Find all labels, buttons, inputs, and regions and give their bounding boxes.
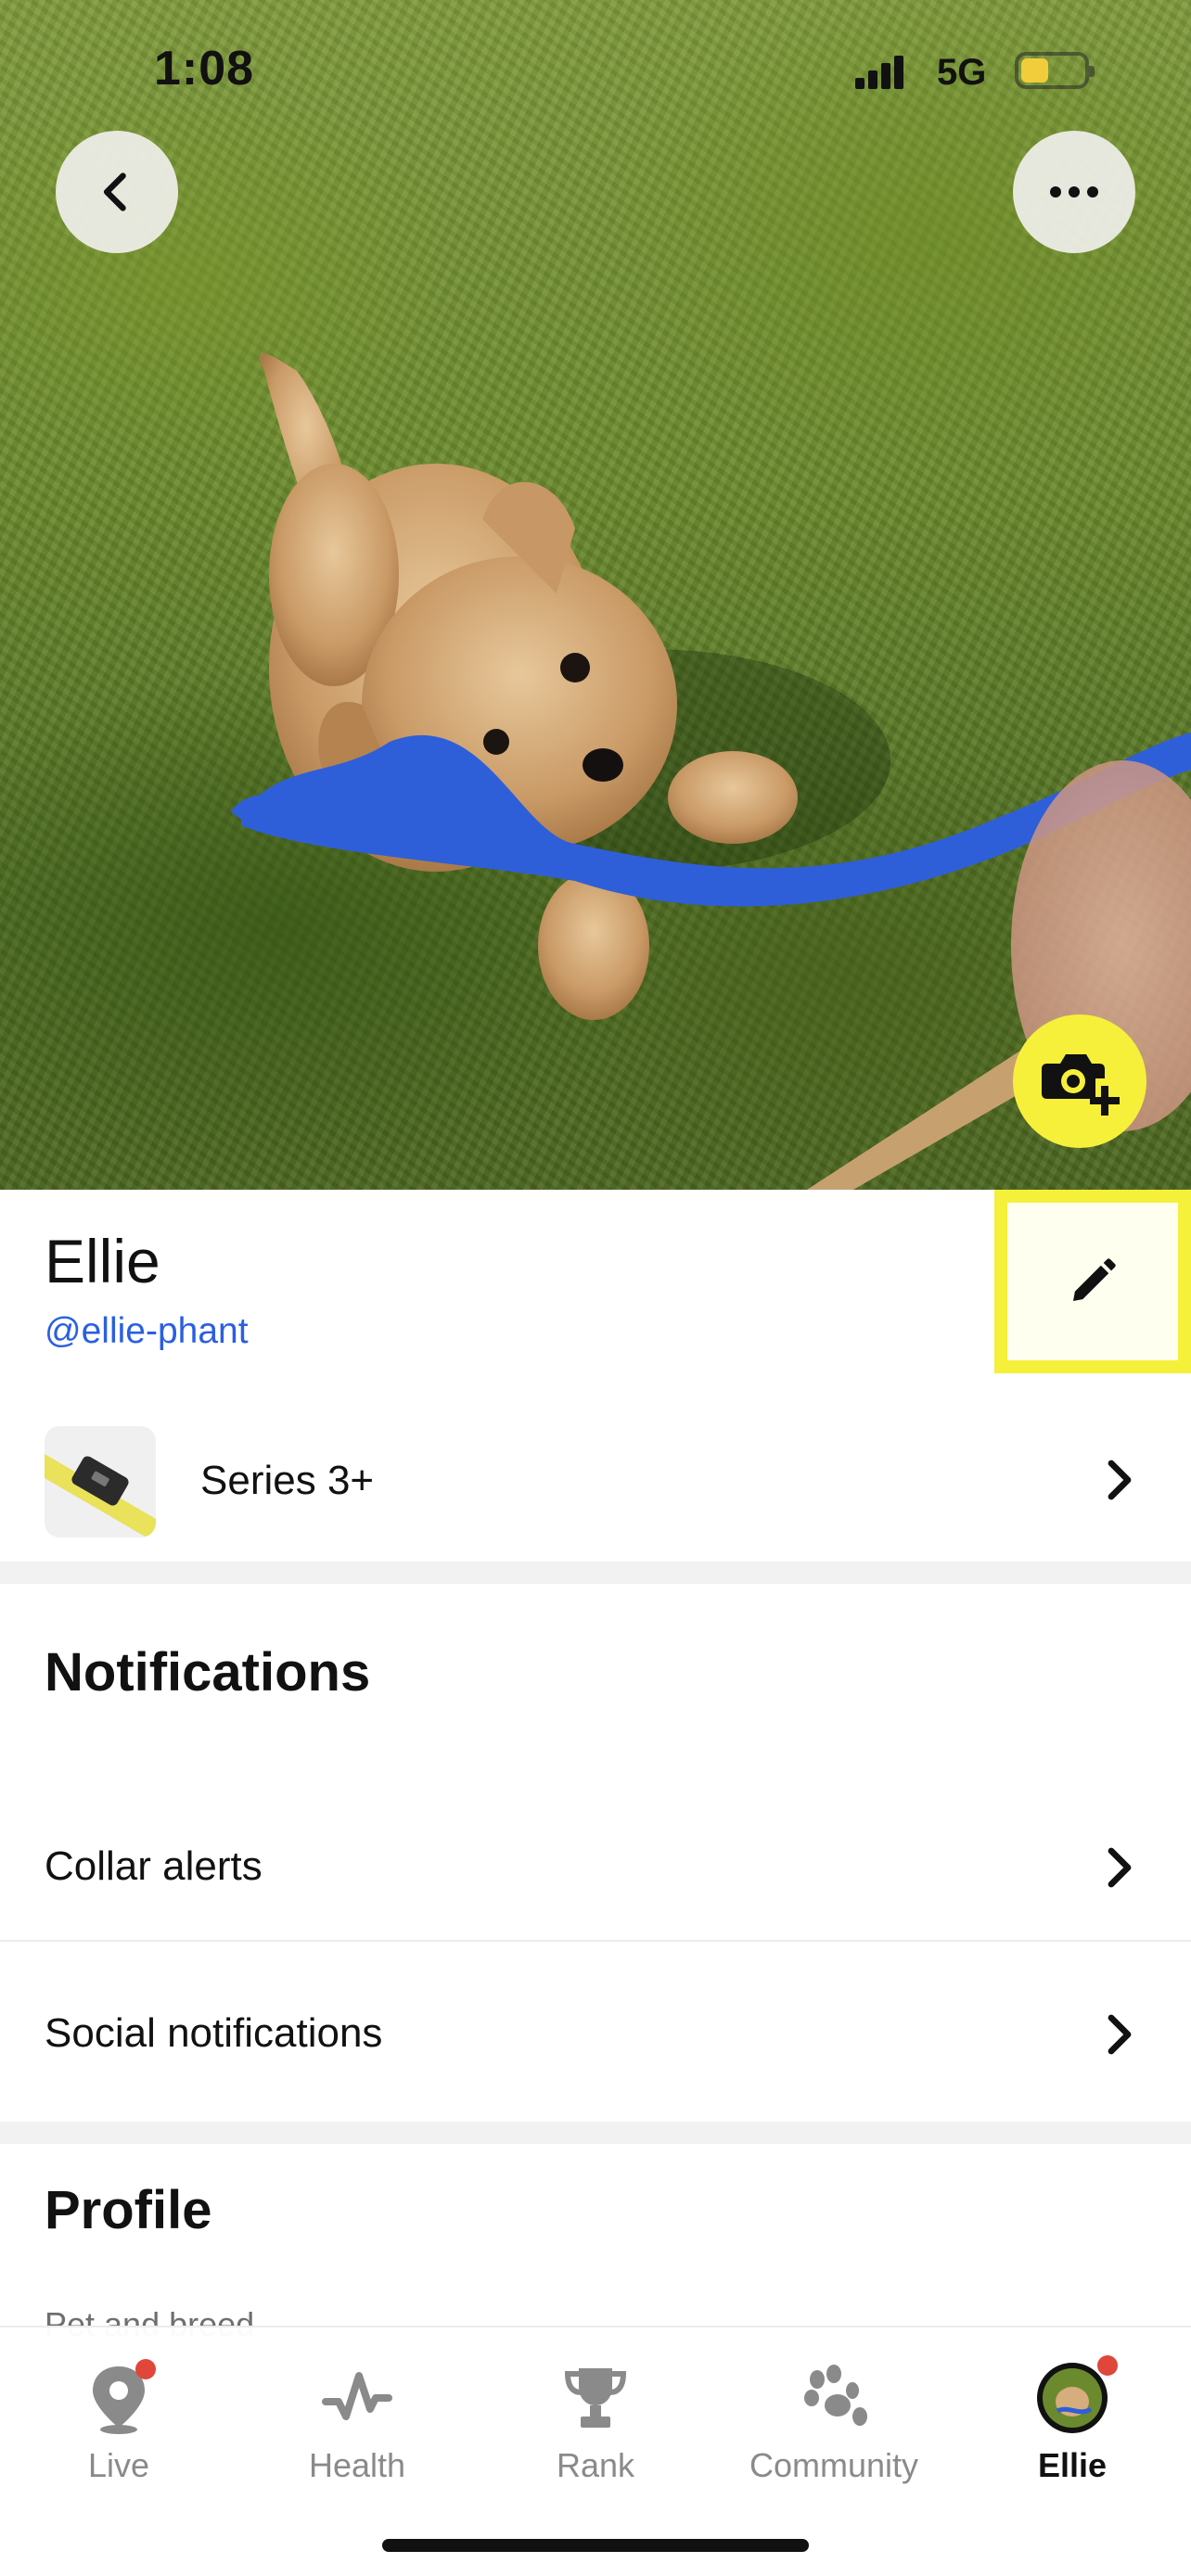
pet-handle[interactable]: @ellie-phant	[45, 1311, 249, 1352]
cellular-signal-icon	[855, 56, 903, 89]
notification-badge	[1097, 2355, 1118, 2376]
camera-plus-icon	[1042, 1054, 1120, 1116]
pulse-icon	[322, 2372, 392, 2420]
trophy-icon	[564, 2368, 627, 2428]
tab-pet-profile[interactable]: Ellie	[954, 2327, 1191, 2513]
more-horizontal-icon	[1050, 186, 1098, 198]
tab-label: Live	[87, 2446, 150, 2484]
edit-profile-button[interactable]	[994, 1190, 1191, 1373]
battery-icon	[1015, 52, 1095, 89]
section-separator	[0, 2122, 1191, 2144]
tab-label: Ellie	[1037, 2446, 1108, 2484]
chevron-right-icon	[1108, 1460, 1132, 1500]
paw-icon	[804, 2365, 867, 2426]
collar-device-image	[45, 1426, 156, 1537]
more-options-button[interactable]	[1013, 131, 1135, 253]
back-button[interactable]	[56, 131, 178, 253]
chevron-right-icon	[1108, 2014, 1132, 2055]
chevron-left-icon	[103, 172, 126, 211]
collar-alerts-label: Collar alerts	[45, 1843, 263, 1889]
device-name: Series 3+	[200, 1458, 375, 1503]
collar-alerts-row[interactable]: Collar alerts	[0, 1797, 1191, 1938]
tab-label: Rank	[556, 2446, 635, 2484]
social-notifications-row[interactable]: Social notifications	[0, 1942, 1191, 2118]
profile-section-title: Profile	[45, 2180, 212, 2240]
tab-label: Health	[308, 2446, 406, 2484]
home-indicator	[382, 2539, 809, 2552]
pet-name: Ellie	[45, 1227, 160, 1295]
section-separator	[0, 1562, 1191, 1584]
notifications-title: Notifications	[45, 1642, 371, 1702]
chevron-right-icon	[1108, 1847, 1132, 1888]
tab-health[interactable]: Health	[238, 2327, 476, 2513]
tab-live[interactable]: Live	[0, 2327, 237, 2513]
social-notifications-label: Social notifications	[45, 2010, 383, 2056]
pencil-icon	[1073, 1258, 1116, 1301]
tab-community[interactable]: Community	[715, 2327, 953, 2513]
notification-badge	[135, 2359, 156, 2379]
tab-rank[interactable]: Rank	[477, 2327, 714, 2513]
pet-avatar	[1037, 2363, 1108, 2433]
pet-cover-photo: 1:08 5G	[0, 0, 1191, 1190]
dog-photo-illustration	[230, 353, 1191, 1190]
add-photo-button[interactable]	[1013, 1014, 1146, 1148]
device-row[interactable]: Series 3+	[0, 1421, 1191, 1541]
tab-label: Community	[749, 2446, 919, 2484]
network-type: 5G	[937, 52, 987, 93]
status-time: 1:08	[154, 42, 255, 96]
